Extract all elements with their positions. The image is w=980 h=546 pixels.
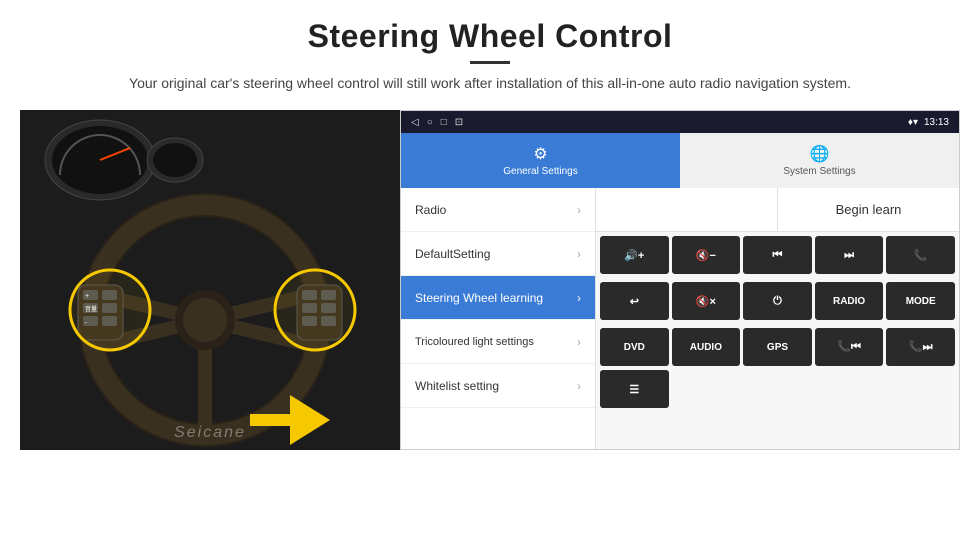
menu-item-whitelist[interactable]: Whitelist setting › — [401, 364, 595, 408]
status-icons-right: ♦▾ 13:13 — [908, 117, 949, 128]
android-screen: ◁ ○ □ ⊡ ♦▾ 13:13 ⚙ General Settings 🌐 — [400, 110, 960, 450]
car-svg: + 音量 - — [20, 110, 400, 450]
tab-bar: ⚙ General Settings 🌐 System Settings — [401, 133, 959, 188]
car-image-section: + 音量 - — [20, 110, 400, 450]
controls-row2: ↩ 🔇× ⏻ RADIO MODE — [596, 278, 959, 324]
status-bar: ◁ ○ □ ⊡ ♦▾ 13:13 — [401, 111, 959, 133]
signal-icon: ♦▾ — [908, 117, 918, 128]
menu-steering-label: Steering Wheel learning — [415, 291, 543, 305]
audio-button[interactable]: AUDIO — [672, 328, 741, 366]
clock: 13:13 — [924, 117, 949, 128]
content-area: + 音量 - — [20, 110, 960, 450]
car-background: + 音量 - — [20, 110, 400, 450]
page-title: Steering Wheel Control — [129, 18, 851, 55]
menu-panel: Radio › DefaultSetting › Steering Wheel … — [401, 188, 596, 449]
recents-icon: □ — [441, 117, 447, 128]
tel-prev-icon: 📞⏮ — [837, 340, 861, 354]
watermark: Seicane — [174, 424, 246, 442]
power-icon: ⏻ — [773, 295, 782, 308]
menu-radio-arrow: › — [577, 203, 581, 217]
menu-radio-label: Radio — [415, 203, 446, 217]
menu-icon: ☰ — [629, 383, 639, 396]
menu-default-arrow: › — [577, 247, 581, 261]
next-track-button[interactable]: ⏭ — [815, 236, 884, 274]
menu-item-radio[interactable]: Radio › — [401, 188, 595, 232]
right-panel: Begin learn 🔊+ 🔇− ⏮ — [596, 188, 959, 449]
page-wrapper: Steering Wheel Control Your original car… — [0, 0, 980, 546]
title-divider — [470, 61, 510, 64]
gps-label: GPS — [767, 342, 788, 353]
prev-track-button[interactable]: ⏮ — [743, 236, 812, 274]
tab-general-settings[interactable]: ⚙ General Settings — [401, 133, 680, 188]
phone-button[interactable]: 📞 — [886, 236, 955, 274]
power-button[interactable]: ⏻ — [743, 282, 812, 320]
vol-down-button[interactable]: 🔇− — [672, 236, 741, 274]
begin-learn-button[interactable]: Begin learn — [778, 188, 959, 231]
status-icons-left: ◁ ○ □ ⊡ — [411, 117, 463, 128]
back-icon: ◁ — [411, 117, 419, 128]
mode-label: MODE — [906, 296, 936, 307]
hangup-icon: ↩ — [630, 295, 639, 308]
mute-button[interactable]: 🔇× — [672, 282, 741, 320]
menu-whitelist-label: Whitelist setting — [415, 379, 499, 393]
prev-track-icon: ⏮ — [773, 249, 783, 262]
audio-label: AUDIO — [690, 342, 722, 353]
menu-tricoloured-arrow: › — [577, 335, 581, 349]
controls-row1: 🔊+ 🔇− ⏮ ⏭ 📞 — [596, 232, 959, 278]
vol-up-button[interactable]: 🔊+ — [600, 236, 669, 274]
menu-item-tricoloured[interactable]: Tricoloured light settings › — [401, 320, 595, 364]
system-settings-icon: 🌐 — [810, 144, 830, 164]
menu-btn[interactable]: ☰ — [600, 370, 669, 408]
menu-default-label: DefaultSetting — [415, 247, 490, 261]
empty-input-box — [596, 188, 778, 231]
tel-next-icon: 📞⏭ — [909, 340, 933, 354]
tel-next-button[interactable]: 📞⏭ — [886, 328, 955, 366]
dvd-button[interactable]: DVD — [600, 328, 669, 366]
dvd-label: DVD — [624, 342, 645, 353]
hangup-button[interactable]: ↩ — [600, 282, 669, 320]
screenshot-icon: ⊡ — [455, 117, 463, 128]
tel-prev-button[interactable]: 📞⏮ — [815, 328, 884, 366]
menu-tricoloured-label: Tricoloured light settings — [415, 335, 534, 349]
main-content: Radio › DefaultSetting › Steering Wheel … — [401, 188, 959, 449]
gps-button[interactable]: GPS — [743, 328, 812, 366]
controls-row4: ☰ — [596, 370, 959, 412]
tab-system-label: System Settings — [783, 166, 855, 177]
mute-icon: 🔇× — [696, 295, 716, 308]
menu-item-default[interactable]: DefaultSetting › — [401, 232, 595, 276]
vol-down-icon: 🔇− — [696, 249, 716, 262]
radio-label: RADIO — [833, 296, 865, 307]
mode-button[interactable]: MODE — [886, 282, 955, 320]
title-section: Steering Wheel Control Your original car… — [129, 18, 851, 104]
phone-icon: 📞 — [914, 249, 928, 262]
menu-item-steering[interactable]: Steering Wheel learning › — [401, 276, 595, 320]
tab-general-label: General Settings — [503, 166, 578, 177]
radio-button[interactable]: RADIO — [815, 282, 884, 320]
tab-system-settings[interactable]: 🌐 System Settings — [680, 133, 959, 188]
vol-up-icon: 🔊+ — [624, 249, 644, 262]
next-track-icon: ⏭ — [844, 249, 854, 262]
page-subtitle: Your original car's steering wheel contr… — [129, 72, 851, 94]
controls-row3: DVD AUDIO GPS 📞⏮ 📞⏭ — [596, 324, 959, 370]
general-settings-icon: ⚙ — [533, 144, 547, 164]
home-icon: ○ — [427, 117, 433, 128]
menu-whitelist-arrow: › — [577, 379, 581, 393]
menu-steering-arrow: › — [577, 291, 581, 305]
top-row: Begin learn — [596, 188, 959, 232]
